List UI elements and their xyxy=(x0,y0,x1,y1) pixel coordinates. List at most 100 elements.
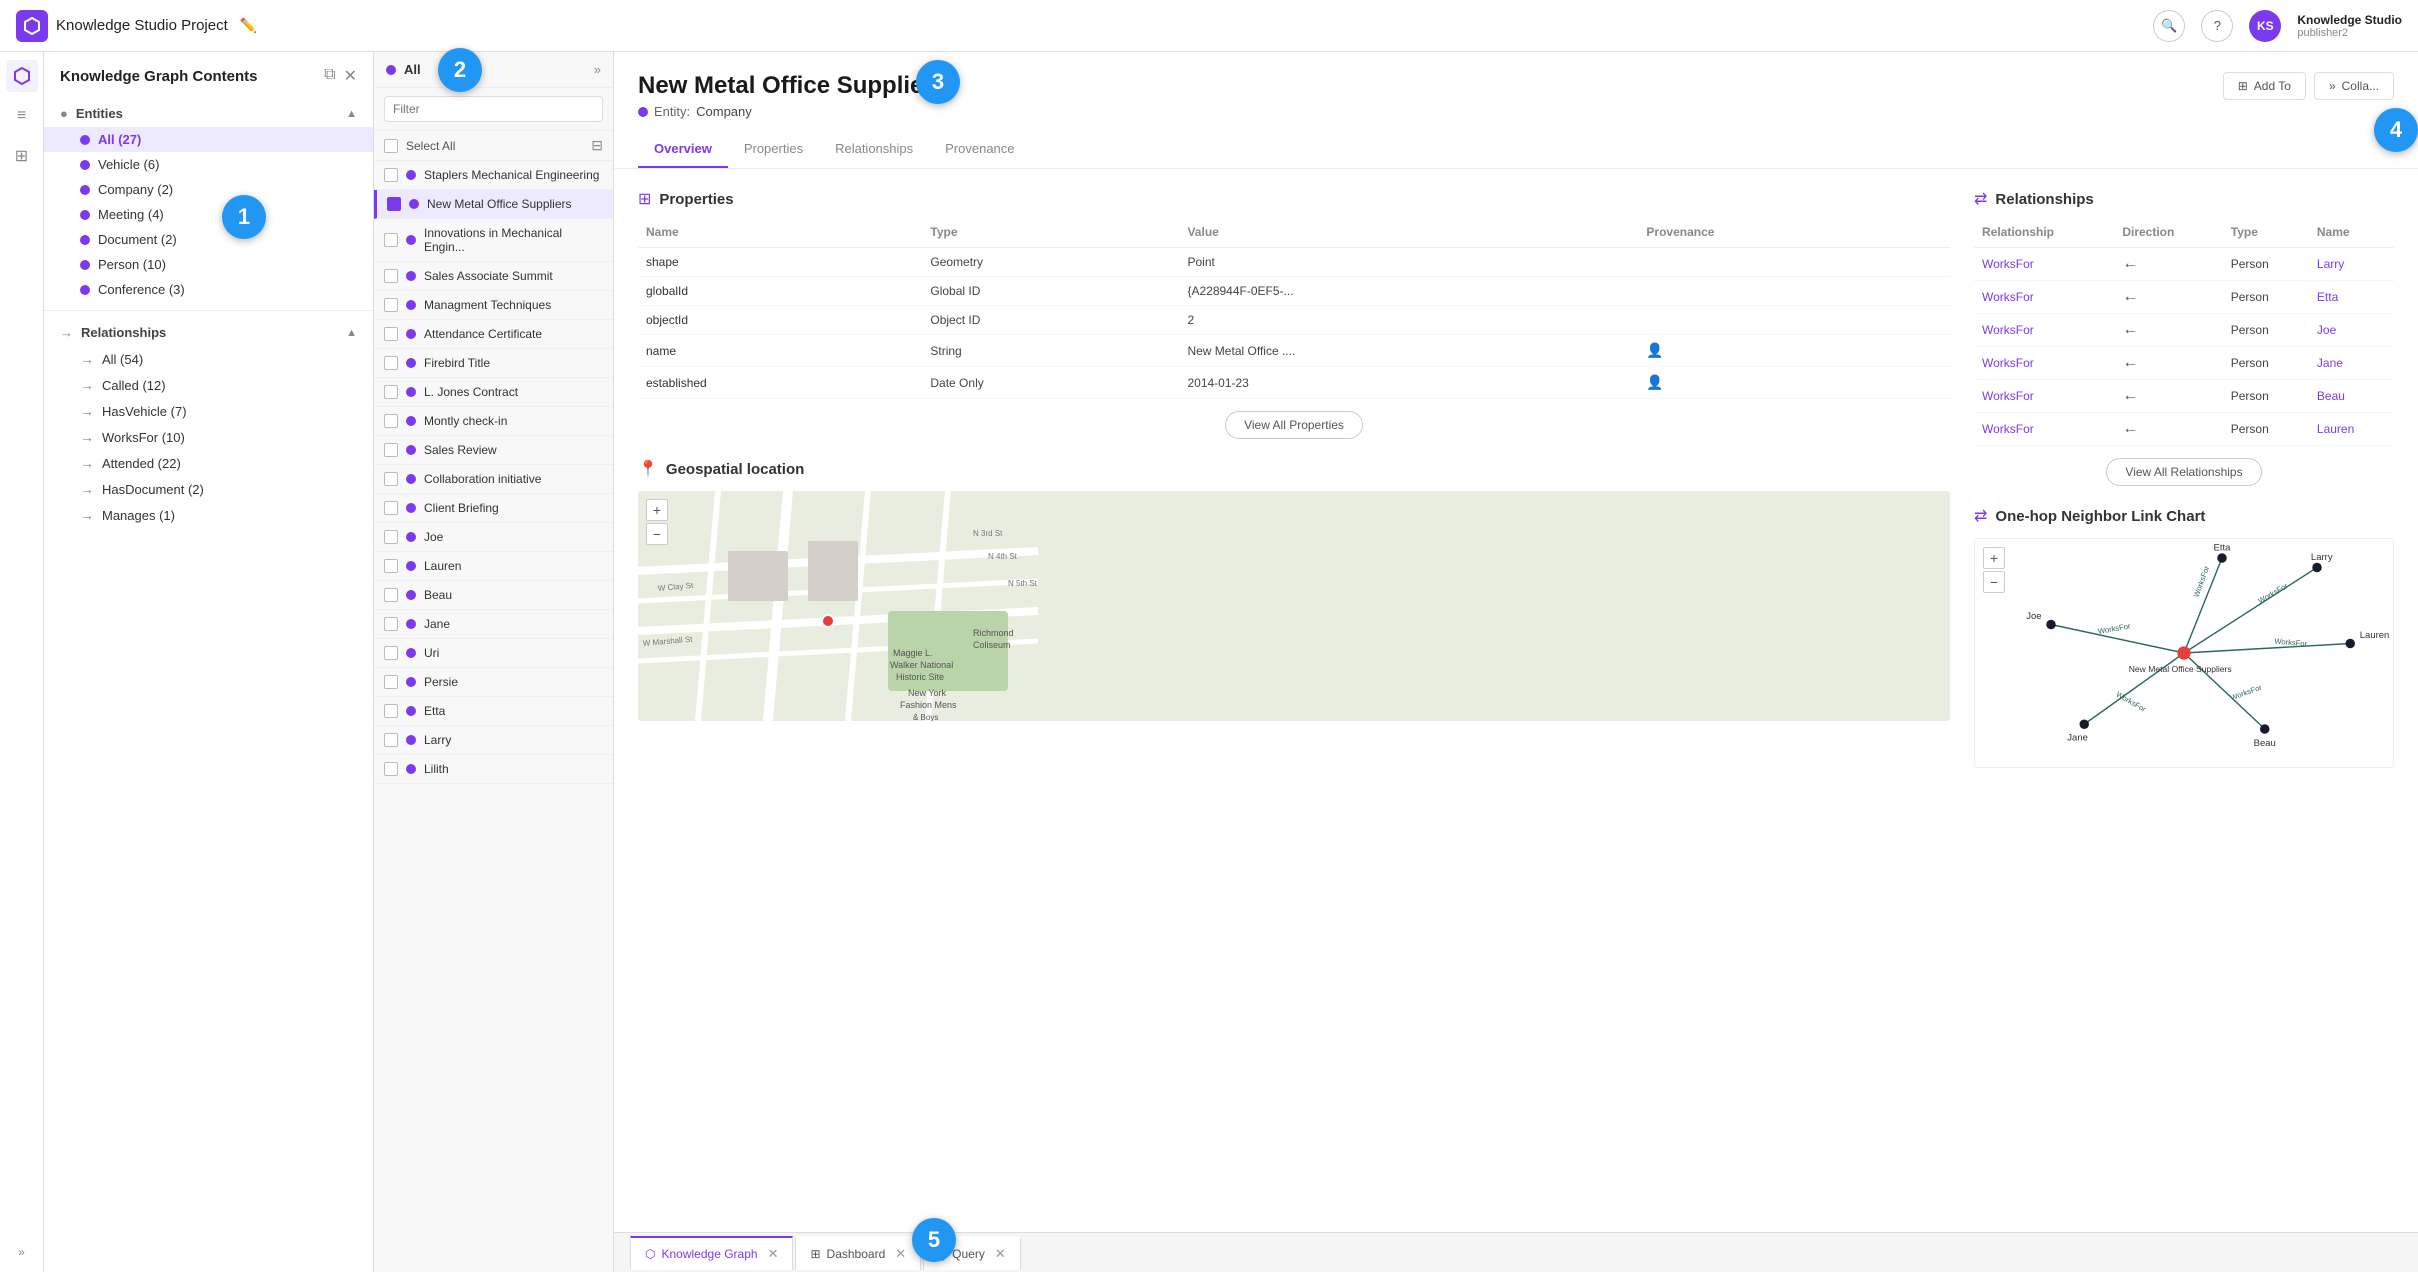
tab-relationships[interactable]: Relationships xyxy=(819,131,929,168)
entity-item-all[interactable]: All (27) xyxy=(44,127,373,152)
list-item-checkbox-collaboration[interactable] xyxy=(384,472,398,486)
list-item-checkbox-innovations[interactable] xyxy=(384,233,398,247)
sidebar-icon-graph[interactable] xyxy=(6,60,38,92)
list-item-uri[interactable]: Uri xyxy=(374,639,613,668)
entities-section-header[interactable]: ● Entities ▲ xyxy=(44,100,373,127)
select-all-checkbox[interactable] xyxy=(384,139,398,153)
list-item-checkbox-sales-review[interactable] xyxy=(384,443,398,457)
list-item-checkbox-uri[interactable] xyxy=(384,646,398,660)
list-item-larry[interactable]: Larry xyxy=(374,726,613,755)
list-item-checkbox-montly[interactable] xyxy=(384,414,398,428)
tab-overview[interactable]: Overview xyxy=(638,131,728,168)
list-item-sales-review[interactable]: Sales Review xyxy=(374,436,613,465)
rel-item-worksfor[interactable]: → WorksFor (10) xyxy=(44,424,373,450)
entity-item-document[interactable]: Document (2) xyxy=(44,227,373,252)
list-item-checkbox-managment[interactable] xyxy=(384,298,398,312)
list-item-staplers[interactable]: Staplers Mechanical Engineering xyxy=(374,161,613,190)
rel-item-attended[interactable]: → Attended (22) xyxy=(44,450,373,476)
rel-worksfor-larry[interactable]: WorksFor xyxy=(1982,257,2034,271)
prop-prov-established[interactable]: 👤 xyxy=(1638,367,1950,399)
view-all-relationships-button[interactable]: View All Relationships xyxy=(2106,458,2261,486)
list-item-etta[interactable]: Etta xyxy=(374,697,613,726)
list-item-lauren[interactable]: Lauren xyxy=(374,552,613,581)
collab-button[interactable]: » Colla... xyxy=(2314,72,2394,100)
entity-item-vehicle[interactable]: Vehicle (6) xyxy=(44,152,373,177)
list-item-newmetal[interactable]: New Metal Office Suppliers xyxy=(374,190,613,219)
expand-panel-icon[interactable]: ⧉ xyxy=(324,66,335,86)
rel-name-jane[interactable]: Jane xyxy=(2317,356,2343,370)
rel-name-beau[interactable]: Beau xyxy=(2317,389,2345,403)
close-panel-icon[interactable]: ✕ xyxy=(344,66,357,86)
list-item-lilith[interactable]: Lilith xyxy=(374,755,613,784)
list-item-checkbox-etta[interactable] xyxy=(384,704,398,718)
list-item-managment[interactable]: Managment Techniques xyxy=(374,291,613,320)
sidebar-icon-table[interactable]: ⊞ xyxy=(6,140,38,172)
knowledge-graph-tab-close-icon[interactable]: ✕ xyxy=(768,1246,779,1262)
rel-worksfor-etta[interactable]: WorksFor xyxy=(1982,290,2034,304)
bottom-tab-query[interactable]: {} Query ✕ xyxy=(923,1236,1021,1270)
list-item-checkbox-client-briefing[interactable] xyxy=(384,501,398,515)
list-item-ljones[interactable]: L. Jones Contract xyxy=(374,378,613,407)
list-item-joe[interactable]: Joe xyxy=(374,523,613,552)
relationships-section-header[interactable]: → Relationships ▲ xyxy=(44,319,373,346)
rel-worksfor-joe[interactable]: WorksFor xyxy=(1982,323,2034,337)
entity-item-company[interactable]: Company (2) xyxy=(44,177,373,202)
list-item-checkbox-staplers[interactable] xyxy=(384,168,398,182)
rel-worksfor-beau[interactable]: WorksFor xyxy=(1982,389,2034,403)
bottom-tab-knowledge-graph[interactable]: ⬡ Knowledge Graph ✕ xyxy=(630,1236,793,1270)
list-item-checkbox-sales-summit[interactable] xyxy=(384,269,398,283)
help-button[interactable]: ? xyxy=(2201,10,2233,42)
rel-name-etta[interactable]: Etta xyxy=(2317,290,2338,304)
rel-worksfor-lauren[interactable]: WorksFor xyxy=(1982,422,2034,436)
list-item-checkbox-ljones[interactable] xyxy=(384,385,398,399)
provenance-icon-name[interactable]: 👤 xyxy=(1646,342,1663,358)
list-item-checkbox-attendance[interactable] xyxy=(384,327,398,341)
list-item-checkbox-beau[interactable] xyxy=(384,588,398,602)
graph-zoom-out-button[interactable]: − xyxy=(1983,571,2005,593)
list-item-beau[interactable]: Beau xyxy=(374,581,613,610)
graph-zoom-in-button[interactable]: + xyxy=(1983,547,2005,569)
entity-item-person[interactable]: Person (10) xyxy=(44,252,373,277)
list-item-collaboration[interactable]: Collaboration initiative xyxy=(374,465,613,494)
sidebar-icon-list[interactable]: ≡ xyxy=(6,100,38,132)
map-zoom-in-button[interactable]: + xyxy=(646,499,668,521)
edit-title-icon[interactable]: ✏️ xyxy=(240,17,257,34)
list-collapse-icon[interactable]: » xyxy=(594,62,601,77)
provenance-icon-established[interactable]: 👤 xyxy=(1646,374,1663,390)
search-button[interactable]: 🔍 xyxy=(2153,10,2185,42)
tab-provenance[interactable]: Provenance xyxy=(929,131,1030,168)
list-item-montly[interactable]: Montly check-in xyxy=(374,407,613,436)
entity-item-conference[interactable]: Conference (3) xyxy=(44,277,373,302)
rel-name-joe[interactable]: Joe xyxy=(2317,323,2336,337)
list-item-checkbox-joe[interactable] xyxy=(384,530,398,544)
view-all-properties-button[interactable]: View All Properties xyxy=(1225,411,1363,439)
entity-item-meeting[interactable]: Meeting (4) xyxy=(44,202,373,227)
list-item-checkbox-persie[interactable] xyxy=(384,675,398,689)
list-item-checkbox-lauren[interactable] xyxy=(384,559,398,573)
list-item-checkbox-firebird[interactable] xyxy=(384,356,398,370)
rel-item-hasdocument[interactable]: → HasDocument (2) xyxy=(44,476,373,502)
list-item-client-briefing[interactable]: Client Briefing xyxy=(374,494,613,523)
list-item-jane[interactable]: Jane xyxy=(374,610,613,639)
rel-name-larry[interactable]: Larry xyxy=(2317,257,2344,271)
list-item-checkbox-newmetal[interactable] xyxy=(387,197,401,211)
bottom-tab-dashboard[interactable]: ⊞ Dashboard ✕ xyxy=(795,1236,921,1270)
rel-item-all[interactable]: → All (54) xyxy=(44,346,373,372)
list-item-firebird[interactable]: Firebird Title xyxy=(374,349,613,378)
list-item-attendance[interactable]: Attendance Certificate xyxy=(374,320,613,349)
list-view-toggle-icon[interactable]: ⊟ xyxy=(591,137,603,154)
list-item-checkbox-jane[interactable] xyxy=(384,617,398,631)
rel-item-hasvehicle[interactable]: → HasVehicle (7) xyxy=(44,398,373,424)
add-to-button[interactable]: ⊞ Add To xyxy=(2223,72,2306,100)
list-item-persie[interactable]: Persie xyxy=(374,668,613,697)
rel-item-called[interactable]: → Called (12) xyxy=(44,372,373,398)
rel-worksfor-jane[interactable]: WorksFor xyxy=(1982,356,2034,370)
query-tab-close-icon[interactable]: ✕ xyxy=(995,1246,1006,1262)
list-item-sales-summit[interactable]: Sales Associate Summit xyxy=(374,262,613,291)
sidebar-collapse-button[interactable]: » xyxy=(6,1240,38,1264)
list-item-innovations[interactable]: Innovations in Mechanical Engin... xyxy=(374,219,613,262)
map-zoom-out-button[interactable]: − xyxy=(646,523,668,545)
dashboard-tab-close-icon[interactable]: ✕ xyxy=(895,1246,906,1262)
list-item-checkbox-larry[interactable] xyxy=(384,733,398,747)
list-search-input[interactable] xyxy=(384,96,603,122)
